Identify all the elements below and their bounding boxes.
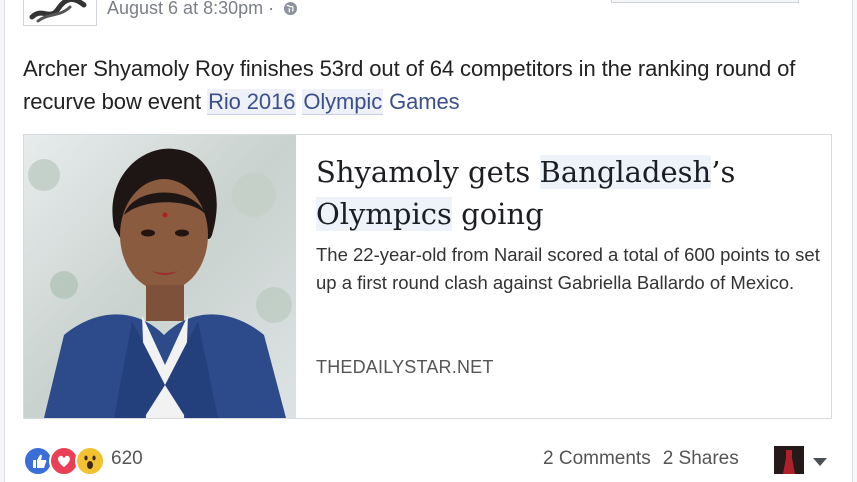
viewer-avatar[interactable] bbox=[774, 446, 804, 474]
article-description[interactable]: The 22-year-old from Narail scored a tot… bbox=[316, 241, 821, 297]
article-title-olympics[interactable]: Olympics bbox=[316, 197, 452, 231]
post-timestamp[interactable]: August 6 at 8:30pm · bbox=[107, 0, 298, 19]
article-title-bangladesh[interactable]: Bangladesh bbox=[539, 155, 712, 189]
article-title-part1[interactable]: Shyamoly gets bbox=[316, 155, 540, 189]
timestamp-separator: · bbox=[268, 0, 275, 18]
article-title[interactable]: Shyamoly gets Bangladesh’s Olympics goin… bbox=[316, 151, 816, 235]
article-title-part2[interactable]: ’s bbox=[711, 155, 735, 189]
follow-button[interactable] bbox=[611, 0, 799, 3]
engagement-stats: 2 Comments 2 Shares bbox=[543, 448, 739, 470]
comments-count-link[interactable]: 2 Comments bbox=[543, 448, 651, 469]
article-thumbnail[interactable] bbox=[24, 135, 296, 418]
post-header: August 6 at 8:30pm · bbox=[23, 0, 833, 26]
post-text-end: Games bbox=[383, 89, 460, 114]
shares-count-link[interactable]: 2 Shares bbox=[663, 448, 739, 469]
wow-icon bbox=[75, 446, 105, 476]
page-avatar[interactable] bbox=[23, 0, 97, 26]
globe-icon bbox=[284, 1, 298, 16]
article-title-part3[interactable]: going bbox=[452, 197, 544, 231]
article-domain[interactable]: THEDAILYSTAR.NET bbox=[316, 357, 494, 378]
reaction-count[interactable]: 620 bbox=[111, 448, 143, 470]
chevron-down-icon[interactable] bbox=[813, 458, 827, 466]
post-footer: 620 2 Comments 2 Shares bbox=[23, 446, 833, 476]
hashtag-link-rio[interactable]: Rio 2016 bbox=[207, 89, 297, 115]
facebook-post-card: August 6 at 8:30pm · Archer Shyamoly Roy… bbox=[4, 0, 853, 482]
hashtag-link-olympic[interactable]: Olympic bbox=[302, 89, 384, 115]
timestamp-text[interactable]: August 6 at 8:30pm bbox=[107, 0, 263, 18]
post-message: Archer Shyamoly Roy finishes 53rd out of… bbox=[23, 52, 843, 118]
link-preview-card[interactable]: Shyamoly gets Bangladesh’s Olympics goin… bbox=[23, 134, 832, 419]
